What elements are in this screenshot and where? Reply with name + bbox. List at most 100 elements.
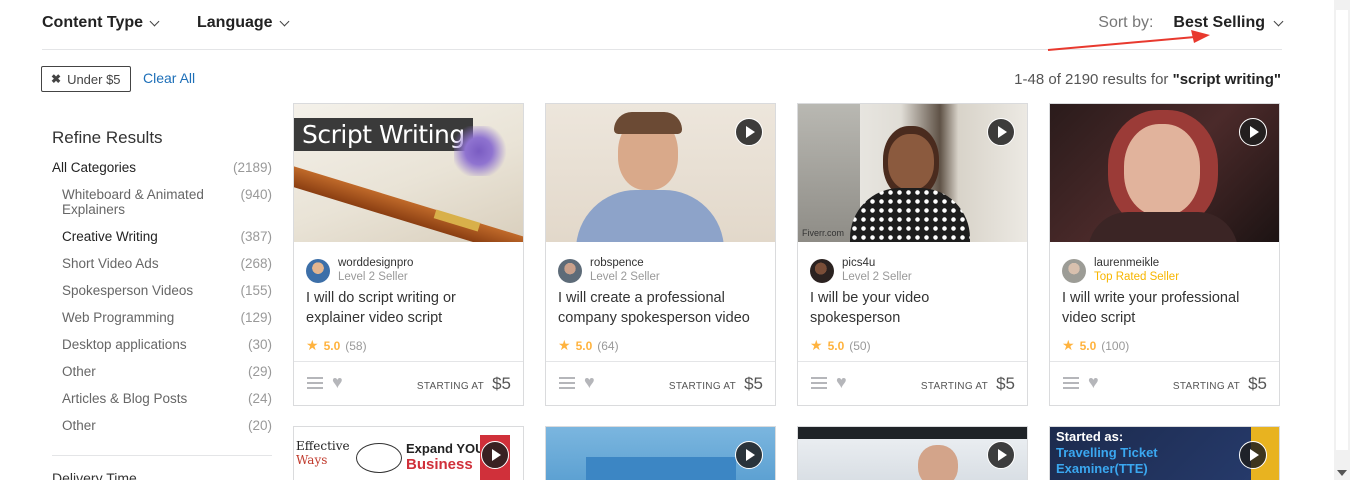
avatar[interactable]	[558, 258, 582, 283]
category-label: Whiteboard & Animated Explainers	[62, 187, 204, 217]
play-icon[interactable]	[481, 441, 509, 469]
play-icon[interactable]	[735, 118, 763, 146]
card-footer: ♥ STARTING AT $5	[294, 361, 523, 405]
gig-rating: ★ 5.0 (64)	[558, 337, 619, 354]
category-label: Articles & Blog Posts	[62, 391, 188, 406]
thumb-text: Started as: Travelling Ticket Examiner(T…	[1056, 429, 1158, 477]
category-item[interactable]: Short Video Ads (268)	[52, 256, 272, 283]
card-footer: ♥ STARTING AT $5	[1050, 361, 1279, 405]
category-item[interactable]: Spokesperson Videos (155)	[52, 283, 272, 310]
star-icon: ★	[1062, 337, 1075, 353]
gig-price: $5	[744, 374, 763, 393]
menu-icon[interactable]	[1063, 377, 1079, 389]
browser-bar-image	[798, 427, 1027, 439]
page-scrollbar[interactable]	[1334, 0, 1350, 480]
illustration-image	[586, 457, 736, 480]
seller-info: robspence Level 2 Seller	[558, 256, 660, 285]
gig-card[interactable]: Effective Ways Expand YOUR Business	[293, 426, 524, 480]
heart-icon[interactable]: ♥	[332, 373, 343, 391]
gig-thumbnail[interactable]: Fiverr.com	[798, 104, 1027, 242]
content-type-label: Content Type	[42, 14, 144, 31]
thumb-text-line: Business	[406, 456, 473, 473]
gig-card[interactable]: robspence Level 2 Seller I will create a…	[545, 103, 776, 406]
active-filter-chip[interactable]: ✖ Under $5	[41, 66, 131, 92]
category-item[interactable]: Creative Writing (387)	[52, 229, 272, 256]
avatar[interactable]	[810, 258, 834, 283]
starting-at-label: STARTING AT	[668, 381, 737, 392]
seller-name[interactable]: laurenmeikle	[1094, 256, 1179, 270]
category-label: Desktop applications	[62, 337, 187, 352]
menu-icon[interactable]	[307, 377, 323, 389]
play-icon[interactable]	[1239, 441, 1267, 469]
starting-at-label: STARTING AT	[1172, 381, 1241, 392]
play-icon[interactable]	[735, 441, 763, 469]
card-footer: ♥ STARTING AT $5	[546, 361, 775, 405]
gig-title[interactable]: I will create a professional company spo…	[558, 288, 768, 328]
gig-card[interactable]: Fiverr.com pics4u Level 2 Seller I will …	[797, 103, 1028, 406]
menu-icon[interactable]	[559, 377, 575, 389]
hair-image	[614, 112, 682, 134]
thumb-text-line: Effective	[296, 439, 350, 453]
category-item[interactable]: Whiteboard & Animated Explainers (940)	[52, 187, 272, 229]
gig-title[interactable]: I will do script writing or explainer vi…	[306, 288, 516, 328]
delivery-time-heading[interactable]: Delivery Time	[52, 455, 272, 480]
gig-title[interactable]: I will write your professional video scr…	[1062, 288, 1272, 328]
remove-filter-icon[interactable]: ✖	[51, 72, 61, 86]
chevron-down-icon[interactable]	[1273, 16, 1284, 26]
category-item[interactable]: Web Programming (129)	[52, 310, 272, 337]
scrollbar-thumb[interactable]	[1336, 10, 1348, 450]
content-type-dropdown[interactable]: Content Type	[42, 14, 160, 32]
gig-card[interactable]	[797, 426, 1028, 480]
avatar[interactable]	[1062, 258, 1086, 283]
rating-value: 5.0	[323, 338, 341, 353]
seller-level: Level 2 Seller	[842, 271, 912, 283]
category-item[interactable]: Articles & Blog Posts (24)	[52, 391, 272, 418]
review-count: (58)	[345, 338, 367, 353]
seller-info: laurenmeikle Top Rated Seller	[1062, 256, 1179, 285]
category-all[interactable]: All Categories (2189)	[52, 160, 272, 187]
chevron-down-icon	[149, 16, 160, 26]
seller-name[interactable]: pics4u	[842, 256, 912, 270]
seller-level: Level 2 Seller	[590, 271, 660, 283]
category-item[interactable]: Other (29)	[52, 364, 272, 391]
star-icon: ★	[306, 337, 319, 353]
category-item[interactable]: Other (20)	[52, 418, 272, 445]
results-query: "script writing"	[1172, 71, 1281, 88]
gig-card[interactable]: laurenmeikle Top Rated Seller I will wri…	[1049, 103, 1280, 406]
active-filter-label: Under $5	[67, 71, 121, 87]
category-count: (268)	[240, 256, 272, 271]
gig-thumbnail[interactable]	[546, 104, 775, 242]
avatar[interactable]	[306, 258, 330, 283]
seller-name[interactable]: robspence	[590, 256, 660, 270]
language-dropdown[interactable]: Language	[197, 14, 290, 32]
category-label: Other	[62, 364, 96, 379]
sort-dropdown[interactable]: Best Selling	[1173, 14, 1265, 32]
face-image	[888, 134, 934, 190]
gig-rating: ★ 5.0 (100)	[1062, 337, 1129, 354]
thumb-caption: Fiverr.com	[802, 228, 845, 238]
play-icon[interactable]	[1239, 118, 1267, 146]
gig-card[interactable]	[545, 426, 776, 480]
play-icon[interactable]	[987, 441, 1015, 469]
clear-all-link[interactable]: Clear All	[143, 70, 195, 86]
gig-card[interactable]: Script Writing worddesignpro Level 2 Sel…	[293, 103, 524, 406]
price-block: STARTING AT $5	[1173, 374, 1267, 394]
category-item[interactable]: Desktop applications (30)	[52, 337, 272, 364]
language-label: Language	[197, 14, 273, 31]
menu-icon[interactable]	[811, 377, 827, 389]
heart-icon[interactable]: ♥	[584, 373, 595, 391]
card-footer: ♥ STARTING AT $5	[798, 361, 1027, 405]
category-count: (2189)	[232, 160, 272, 175]
gig-thumbnail[interactable]	[1050, 104, 1279, 242]
gig-title[interactable]: I will be your video spokesperson	[810, 288, 1020, 328]
chevron-down-icon	[279, 16, 290, 26]
gig-rating: ★ 5.0 (50)	[810, 337, 871, 354]
seller-name[interactable]: worddesignpro	[338, 256, 413, 270]
heart-icon[interactable]: ♥	[1088, 373, 1099, 391]
play-icon[interactable]	[987, 118, 1015, 146]
heart-icon[interactable]: ♥	[836, 373, 847, 391]
gig-thumbnail[interactable]: Script Writing	[294, 104, 523, 242]
scroll-down-arrow-icon[interactable]	[1337, 470, 1347, 476]
gig-card[interactable]: Started as: Travelling Ticket Examiner(T…	[1049, 426, 1280, 480]
results-count: 1-48 of 2190 results for	[1014, 71, 1169, 88]
